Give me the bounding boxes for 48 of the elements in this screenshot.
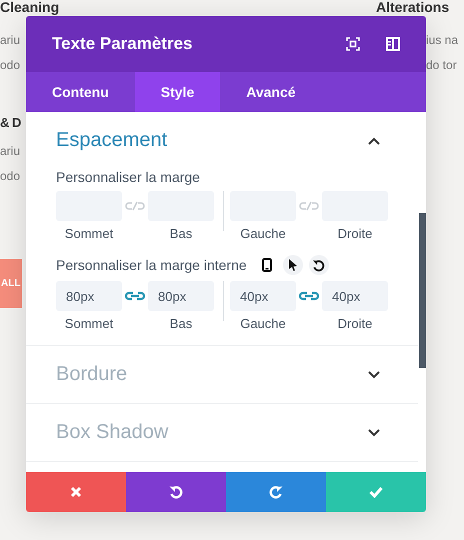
close-icon (70, 486, 82, 498)
link-icon[interactable] (125, 290, 145, 302)
sidebar-icon[interactable] (386, 37, 400, 51)
chevron-down-icon[interactable] (368, 370, 380, 378)
body-text: ius na (426, 32, 458, 48)
save-button[interactable] (326, 472, 426, 512)
unlink-icon[interactable] (299, 200, 319, 212)
unlink-icon[interactable] (125, 200, 145, 212)
tab[interactable]: Avancé (220, 72, 322, 112)
section-heading: Cleaning (0, 0, 60, 15)
tab[interactable]: Contenu (26, 72, 135, 112)
undo-icon (169, 485, 183, 499)
link-icon[interactable] (299, 290, 319, 302)
cursor-icon[interactable] (282, 255, 303, 275)
input-field[interactable]: 80px (148, 281, 214, 311)
redo-icon (269, 485, 283, 499)
reset-icon[interactable] (308, 255, 329, 275)
field-caption: Gauche (240, 316, 286, 331)
section-heading: & D (0, 115, 21, 130)
field-caption: Gauche (240, 226, 286, 241)
tab[interactable]: Style (134, 72, 220, 112)
body-text: do tor (426, 57, 457, 73)
scrollbar[interactable] (419, 213, 426, 368)
chevron-up-icon[interactable] (368, 136, 380, 144)
expand-icon[interactable] (346, 37, 360, 51)
section-heading: Alterations (376, 0, 450, 15)
field-label: Personnaliser la marge (56, 169, 200, 185)
field-caption: Bas (170, 226, 192, 241)
input-field[interactable]: 40px (322, 281, 388, 311)
field-label: Personnaliser la marge interne (56, 257, 247, 273)
field-caption: Bas (170, 316, 192, 331)
body-text: ariu (0, 32, 20, 48)
undo-button[interactable] (126, 472, 226, 512)
field-caption: Sommet (64, 226, 114, 241)
body-text: odo (0, 168, 20, 184)
field-caption: Sommet (64, 316, 114, 331)
field-caption: Droite (338, 316, 372, 331)
input-field[interactable]: 40px (230, 281, 296, 311)
body-text: odo (0, 57, 20, 73)
check-icon (369, 486, 383, 498)
redo-button[interactable] (226, 472, 326, 512)
input-field[interactable]: 80px (56, 281, 122, 311)
modal-title: Texte Paramètres (52, 34, 194, 54)
chevron-down-icon[interactable] (368, 428, 380, 436)
section-title[interactable]: Espacement (56, 129, 168, 152)
body-text: ariu (0, 143, 20, 159)
field-caption: Droite (338, 226, 372, 241)
cancel-button[interactable] (26, 472, 126, 512)
